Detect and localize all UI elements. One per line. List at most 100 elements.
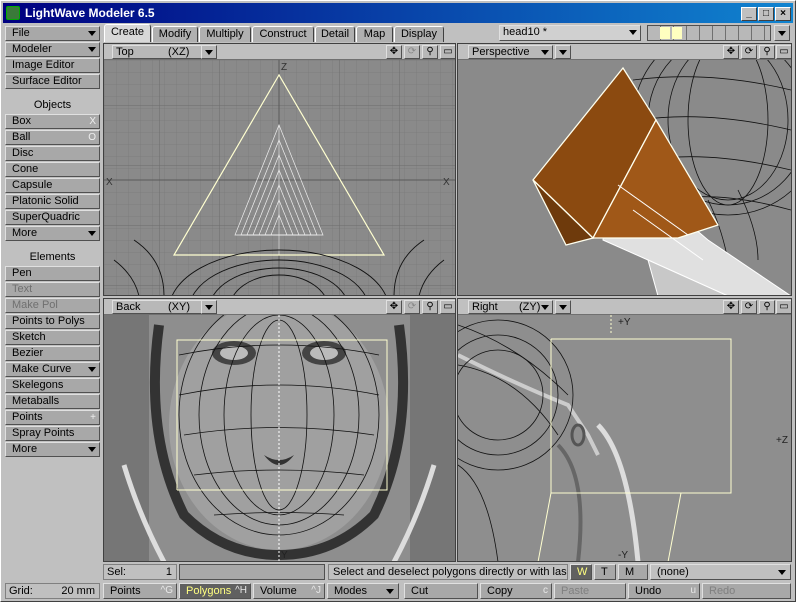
view-name: Perspective <box>472 46 530 58</box>
view-options-select[interactable] <box>555 45 571 59</box>
tab-detail[interactable]: Detail <box>315 26 355 42</box>
vertex-map-select[interactable]: (none) <box>650 564 791 580</box>
object-selector[interactable]: head10 * <box>499 25 641 41</box>
chevron-down-icon <box>88 47 96 52</box>
skelegons-button[interactable]: Skelegons <box>5 378 100 393</box>
box-shortcut: X <box>89 116 96 127</box>
platonic-solid-button[interactable]: Platonic Solid <box>5 194 100 209</box>
bezier-button[interactable]: Bezier <box>5 346 100 361</box>
spray-points-button[interactable]: Spray Points <box>5 426 100 441</box>
rotate-view-icon[interactable]: ⟳ <box>404 300 420 314</box>
box-button[interactable]: Box X <box>5 114 100 129</box>
zoom-view-icon[interactable]: ⚲ <box>759 45 775 59</box>
layer-buttons[interactable] <box>647 25 771 41</box>
tab-map[interactable]: Map <box>356 26 393 42</box>
text-button[interactable]: Text <box>5 282 100 297</box>
redo-button[interactable]: Redo <box>702 583 791 599</box>
cone-button[interactable]: Cone <box>5 162 100 177</box>
viewport-back[interactable]: Back (XY) ✥ ⟳ ⚲ ▭ Y <box>103 298 456 562</box>
file-menu[interactable]: File <box>5 26 100 41</box>
layers-dropdown[interactable] <box>774 25 790 41</box>
rotate-view-icon[interactable]: ⟳ <box>404 45 420 59</box>
cut-button[interactable]: Cut <box>404 583 478 599</box>
polygons-mode-button[interactable]: Polygons ^H <box>179 583 251 599</box>
surface-editor-button[interactable]: Surface Editor <box>5 74 100 89</box>
tab-display[interactable]: Display <box>394 26 444 42</box>
maximize-button[interactable]: □ <box>758 7 774 21</box>
move-view-icon[interactable]: ✥ <box>386 45 402 59</box>
morph-map-button[interactable]: M <box>618 564 648 580</box>
modes-label: Modes <box>334 585 368 597</box>
view-type-select[interactable]: Right (ZY) <box>468 300 553 314</box>
tab-modify[interactable]: Modify <box>152 26 198 42</box>
view-options-select[interactable] <box>555 300 571 314</box>
modeler-menu[interactable]: Modeler <box>5 42 100 57</box>
maximize-view-icon[interactable]: ▭ <box>776 300 791 314</box>
move-view-icon[interactable]: ✥ <box>723 300 739 314</box>
disc-button[interactable]: Disc <box>5 146 100 161</box>
viewport-top-header: Top (XZ) ✥ ⟳ ⚲ ▭ <box>104 44 455 60</box>
metaballs-button[interactable]: Metaballs <box>5 394 100 409</box>
ball-shortcut: O <box>88 132 96 143</box>
texture-map-button[interactable]: T <box>594 564 616 580</box>
rotate-view-icon[interactable]: ⟳ <box>741 300 757 314</box>
tab-multiply[interactable]: Multiply <box>199 26 251 42</box>
active-layer[interactable] <box>660 27 670 39</box>
volume-mode-button[interactable]: Volume ^J <box>253 583 325 599</box>
objects-more-menu[interactable]: More <box>5 226 100 241</box>
viewport-top[interactable]: Top (XZ) ✥ ⟳ ⚲ ▭ Z X X <box>103 43 456 296</box>
zoom-view-icon[interactable]: ⚲ <box>422 300 438 314</box>
elements-more-menu[interactable]: More <box>5 442 100 457</box>
close-button[interactable]: × <box>775 7 791 21</box>
pen-button[interactable]: Pen <box>5 266 100 281</box>
viewport-right-canvas: +Y +Z -Y <box>458 315 791 561</box>
weight-map-button[interactable]: W <box>570 564 592 580</box>
elements-header: Elements <box>29 251 76 263</box>
tab-create[interactable]: Create <box>104 24 151 42</box>
axis-neg-y-label: -Y <box>618 550 628 561</box>
points-to-polys-button[interactable]: Points to Polys <box>5 314 100 329</box>
zoom-view-icon[interactable]: ⚲ <box>759 300 775 314</box>
make-pol-button[interactable]: Make Pol <box>5 298 100 313</box>
sketch-button[interactable]: Sketch <box>5 330 100 345</box>
modes-menu[interactable]: Modes <box>327 583 399 599</box>
undo-shortcut: u <box>690 585 696 596</box>
view-options-select[interactable] <box>201 300 217 314</box>
make-curve-menu[interactable]: Make Curve <box>5 362 100 377</box>
zoom-view-icon[interactable]: ⚲ <box>422 45 438 59</box>
paste-button[interactable]: Paste <box>554 583 626 599</box>
view-axes: (ZY) <box>519 301 541 313</box>
file-label: File <box>12 27 30 39</box>
app-icon <box>6 6 20 20</box>
copy-button[interactable]: Copy c <box>480 583 552 599</box>
capsule-button[interactable]: Capsule <box>5 178 100 193</box>
make-curve-label: Make Curve <box>12 363 72 375</box>
minimize-button[interactable]: _ <box>741 7 757 21</box>
superquadric-button[interactable]: SuperQuadric <box>5 210 100 225</box>
viewport-right[interactable]: Right (ZY) ✥ ⟳ ⚲ ▭ +Y +Z -Y <box>457 298 792 562</box>
move-view-icon[interactable]: ✥ <box>723 45 739 59</box>
viewport-back-header: Back (XY) ✥ ⟳ ⚲ ▭ <box>104 299 455 315</box>
ball-button[interactable]: Ball O <box>5 130 100 145</box>
viewport-perspective[interactable]: Perspective ✥ ⟳ ⚲ ▭ <box>457 43 792 296</box>
title-bar: LightWave Modeler 6.5 _ □ × <box>3 3 793 23</box>
view-options-select[interactable] <box>201 45 217 59</box>
points-mode-button[interactable]: Points ^G <box>103 583 177 599</box>
chevron-down-icon <box>541 50 549 55</box>
maximize-view-icon[interactable]: ▭ <box>440 300 455 314</box>
active-layer-2[interactable] <box>672 27 682 39</box>
tab-construct[interactable]: Construct <box>252 26 314 42</box>
grid-size-display: Grid: 20 mm <box>5 583 100 599</box>
points-button[interactable]: Points + <box>5 410 100 425</box>
image-editor-button[interactable]: Image Editor <box>5 58 100 73</box>
maximize-view-icon[interactable]: ▭ <box>440 45 455 59</box>
rotate-view-icon[interactable]: ⟳ <box>741 45 757 59</box>
view-type-select[interactable]: Perspective <box>468 45 553 59</box>
maximize-view-icon[interactable]: ▭ <box>776 45 791 59</box>
view-name: Back <box>116 301 141 313</box>
undo-button[interactable]: Undo u <box>628 583 700 599</box>
view-axes: (XZ) <box>168 46 190 58</box>
move-view-icon[interactable]: ✥ <box>386 300 402 314</box>
copy-shortcut: c <box>543 585 548 596</box>
chevron-down-icon <box>559 50 567 55</box>
